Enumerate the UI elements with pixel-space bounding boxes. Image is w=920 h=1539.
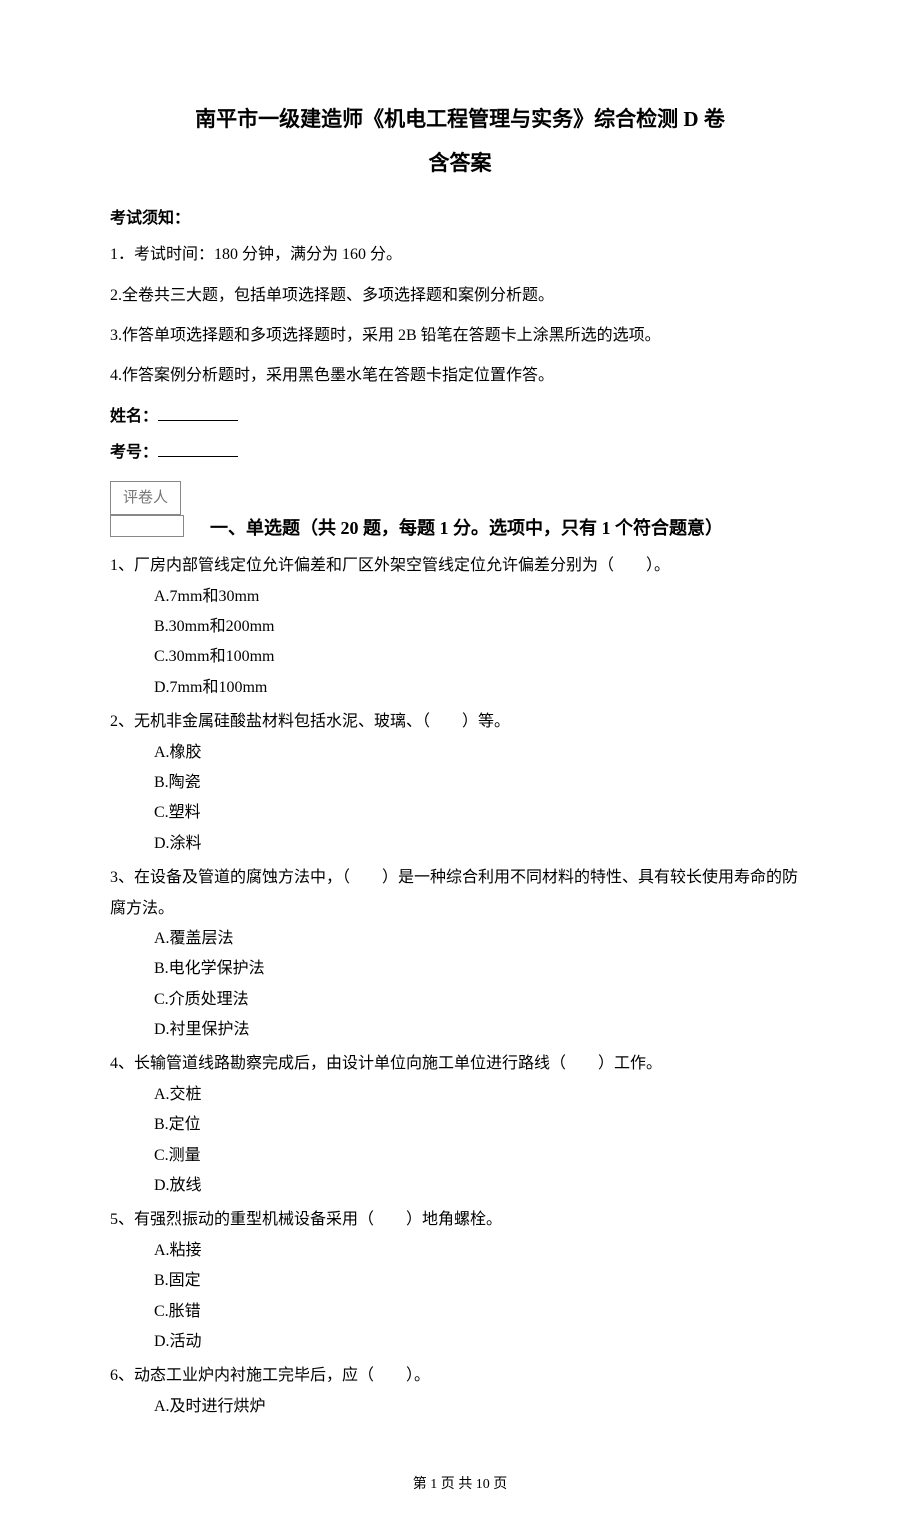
notice-item: 1．考试时间：180 分钟，满分为 160 分。 xyxy=(110,240,810,270)
notice-item: 4.作答案例分析题时，采用黑色墨水笔在答题卡指定位置作答。 xyxy=(110,361,810,391)
notice-item: 2.全卷共三大题，包括单项选择题、多项选择题和案例分析题。 xyxy=(110,281,810,311)
question-option: D.7mm和100mm xyxy=(154,673,810,703)
question-text: 5、有强烈振动的重型机械设备采用（ ）地角螺栓。 xyxy=(110,1205,810,1235)
name-input-line[interactable] xyxy=(158,405,238,421)
question-option: B.固定 xyxy=(154,1266,810,1296)
section-heading: 一、单选题（共 20 题，每题 1 分。选项中，只有 1 个符合题意） xyxy=(210,511,723,545)
question-text: 2、无机非金属硅酸盐材料包括水泥、玻璃、（ ）等。 xyxy=(110,707,810,737)
question-option: A.及时进行烘炉 xyxy=(154,1392,810,1422)
question-text: 3、在设备及管道的腐蚀方法中，（ ）是一种综合利用不同材料的特性、具有较长使用寿… xyxy=(110,863,810,924)
question-option: C.测量 xyxy=(154,1141,810,1171)
question-option: C.塑料 xyxy=(154,798,810,828)
question-option: D.衬里保护法 xyxy=(154,1015,810,1045)
question-option: B.定位 xyxy=(154,1110,810,1140)
page-subtitle: 含答案 xyxy=(110,144,810,184)
exam-number-row: 考号： xyxy=(110,438,810,468)
name-field-row: 姓名： xyxy=(110,402,810,432)
question-option: B.陶瓷 xyxy=(154,768,810,798)
notice-item: 3.作答单项选择题和多项选择题时，采用 2B 铅笔在答题卡上涂黑所选的选项。 xyxy=(110,321,810,351)
question-text: 6、动态工业炉内衬施工完毕后，应（ ）。 xyxy=(110,1361,810,1391)
question-option: D.活动 xyxy=(154,1327,810,1357)
question-option: A.交桩 xyxy=(154,1080,810,1110)
question-block: 4、长输管道线路勘察完成后，由设计单位向施工单位进行路线（ ）工作。 A.交桩 … xyxy=(110,1049,810,1201)
question-block: 6、动态工业炉内衬施工完毕后，应（ ）。 A.及时进行烘炉 xyxy=(110,1361,810,1422)
question-option: A.橡胶 xyxy=(154,738,810,768)
page-title: 南平市一级建造师《机电工程管理与实务》综合检测 D 卷 xyxy=(110,100,810,140)
question-text: 1、厂房内部管线定位允许偏差和厂区外架空管线定位允许偏差分别为（ ）。 xyxy=(110,551,810,581)
exam-number-input-line[interactable] xyxy=(158,441,238,457)
question-option: C.30mm和100mm xyxy=(154,642,810,672)
question-block: 3、在设备及管道的腐蚀方法中，（ ）是一种综合利用不同材料的特性、具有较长使用寿… xyxy=(110,863,810,1045)
question-option: B.电化学保护法 xyxy=(154,954,810,984)
notice-heading: 考试须知： xyxy=(110,204,810,234)
name-label: 姓名： xyxy=(110,408,158,425)
page-footer: 第 1 页 共 10 页 xyxy=(110,1472,810,1499)
question-option: A.覆盖层法 xyxy=(154,924,810,954)
grader-box-label: 评卷人 xyxy=(110,481,181,516)
question-option: D.放线 xyxy=(154,1171,810,1201)
exam-number-label: 考号： xyxy=(110,444,158,461)
question-option: C.胀错 xyxy=(154,1297,810,1327)
question-option: A.7mm和30mm xyxy=(154,582,810,612)
question-text: 4、长输管道线路勘察完成后，由设计单位向施工单位进行路线（ ）工作。 xyxy=(110,1049,810,1079)
question-block: 2、无机非金属硅酸盐材料包括水泥、玻璃、（ ）等。 A.橡胶 B.陶瓷 C.塑料… xyxy=(110,707,810,859)
question-option: A.粘接 xyxy=(154,1236,810,1266)
question-option: C.介质处理法 xyxy=(154,985,810,1015)
question-option: D.涂料 xyxy=(154,829,810,859)
question-block: 5、有强烈振动的重型机械设备采用（ ）地角螺栓。 A.粘接 B.固定 C.胀错 … xyxy=(110,1205,810,1357)
question-block: 1、厂房内部管线定位允许偏差和厂区外架空管线定位允许偏差分别为（ ）。 A.7m… xyxy=(110,551,810,703)
question-option: B.30mm和200mm xyxy=(154,612,810,642)
